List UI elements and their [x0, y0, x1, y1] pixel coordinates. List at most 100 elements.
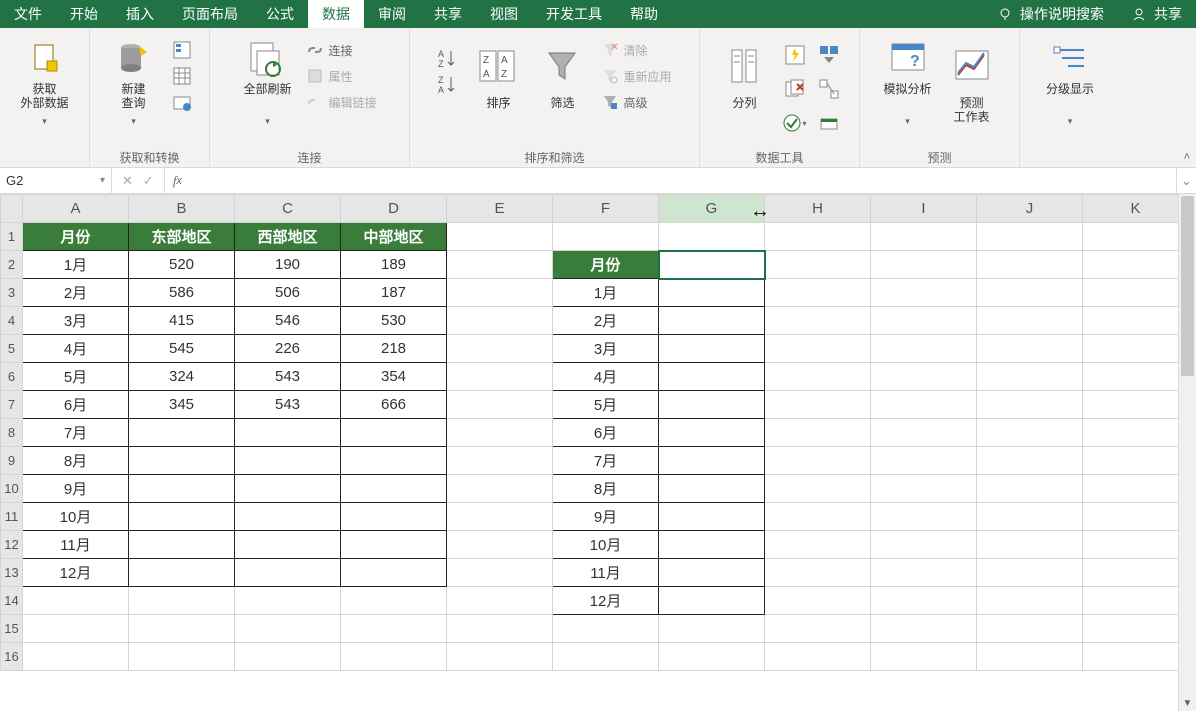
- row-header-9[interactable]: 9: [1, 447, 23, 475]
- sort-asc-button[interactable]: AZ: [433, 46, 463, 70]
- cell-B16[interactable]: [129, 643, 235, 671]
- cell-J4[interactable]: [977, 307, 1083, 335]
- cell-I15[interactable]: [871, 615, 977, 643]
- remove-duplicates-button[interactable]: [780, 74, 810, 104]
- properties-button[interactable]: 属性: [302, 64, 380, 88]
- cell-G6[interactable]: [659, 363, 765, 391]
- tab-审阅[interactable]: 审阅: [364, 0, 420, 28]
- cell-J2[interactable]: [977, 251, 1083, 279]
- cell-D16[interactable]: [341, 643, 447, 671]
- cell-J12[interactable]: [977, 531, 1083, 559]
- get-external-data-button[interactable]: 获取外部数据: [16, 32, 74, 132]
- cell-G9[interactable]: [659, 447, 765, 475]
- cell-E10[interactable]: [447, 475, 553, 503]
- cell-K14[interactable]: [1083, 587, 1189, 615]
- row-header-1[interactable]: 1: [1, 223, 23, 251]
- cell-E6[interactable]: [447, 363, 553, 391]
- cell-J8[interactable]: [977, 419, 1083, 447]
- cell-C11[interactable]: [235, 503, 341, 531]
- forecast-sheet-button[interactable]: 预测工作表: [943, 32, 1001, 132]
- col-header-I[interactable]: I: [871, 195, 977, 223]
- cell-C14[interactable]: [235, 587, 341, 615]
- cell-F14[interactable]: 12月: [553, 587, 659, 615]
- cell-H2[interactable]: [765, 251, 871, 279]
- cell-I8[interactable]: [871, 419, 977, 447]
- collapse-ribbon-button[interactable]: ˄: [1184, 151, 1190, 163]
- cell-J6[interactable]: [977, 363, 1083, 391]
- cell-E3[interactable]: [447, 279, 553, 307]
- cell-F2[interactable]: 月份: [553, 251, 659, 279]
- sort-desc-button[interactable]: ZA: [433, 72, 463, 96]
- relationships-button[interactable]: [814, 74, 844, 104]
- cell-K7[interactable]: [1083, 391, 1189, 419]
- cell-A13[interactable]: 12月: [23, 559, 129, 587]
- cell-H12[interactable]: [765, 531, 871, 559]
- cell-I12[interactable]: [871, 531, 977, 559]
- cell-C5[interactable]: 226: [235, 335, 341, 363]
- advanced-filter-button[interactable]: 高级: [597, 90, 675, 114]
- cell-H4[interactable]: [765, 307, 871, 335]
- cell-I7[interactable]: [871, 391, 977, 419]
- refresh-all-button[interactable]: 全部刷新: [238, 32, 296, 132]
- cell-C16[interactable]: [235, 643, 341, 671]
- cell-B9[interactable]: [129, 447, 235, 475]
- cell-B3[interactable]: 586: [129, 279, 235, 307]
- cell-K1[interactable]: [1083, 223, 1189, 251]
- new-query-button[interactable]: 新建查询: [105, 32, 163, 132]
- cell-B1[interactable]: 东部地区: [129, 223, 235, 251]
- cell-C6[interactable]: 543: [235, 363, 341, 391]
- col-header-K[interactable]: K: [1083, 195, 1189, 223]
- name-box[interactable]: G2: [0, 168, 112, 193]
- confirm-entry-button[interactable]: ✓: [143, 173, 154, 189]
- expand-formula-bar-button[interactable]: ⌄: [1176, 168, 1196, 193]
- col-header-C[interactable]: C: [235, 195, 341, 223]
- cell-A14[interactable]: [23, 587, 129, 615]
- cell-E16[interactable]: [447, 643, 553, 671]
- col-header-H[interactable]: H: [765, 195, 871, 223]
- cell-I1[interactable]: [871, 223, 977, 251]
- cell-G1[interactable]: [659, 223, 765, 251]
- data-validation-button[interactable]: ▾: [780, 108, 810, 138]
- row-header-6[interactable]: 6: [1, 363, 23, 391]
- col-header-A[interactable]: A: [23, 195, 129, 223]
- cell-E11[interactable]: [447, 503, 553, 531]
- cell-K13[interactable]: [1083, 559, 1189, 587]
- cell-I13[interactable]: [871, 559, 977, 587]
- cell-I6[interactable]: [871, 363, 977, 391]
- cell-H5[interactable]: [765, 335, 871, 363]
- cell-B8[interactable]: [129, 419, 235, 447]
- flash-fill-button[interactable]: [780, 40, 810, 70]
- cell-K16[interactable]: [1083, 643, 1189, 671]
- row-header-11[interactable]: 11: [1, 503, 23, 531]
- cell-J5[interactable]: [977, 335, 1083, 363]
- cell-E8[interactable]: [447, 419, 553, 447]
- cell-D9[interactable]: [341, 447, 447, 475]
- cell-K12[interactable]: [1083, 531, 1189, 559]
- cell-E5[interactable]: [447, 335, 553, 363]
- cell-B10[interactable]: [129, 475, 235, 503]
- recent-sources-button[interactable]: [169, 90, 195, 114]
- cell-H7[interactable]: [765, 391, 871, 419]
- cell-I5[interactable]: [871, 335, 977, 363]
- share-button[interactable]: 共享: [1118, 0, 1196, 28]
- fx-icon[interactable]: fx: [165, 168, 190, 193]
- cell-F5[interactable]: 3月: [553, 335, 659, 363]
- cell-G12[interactable]: [659, 531, 765, 559]
- cell-K8[interactable]: [1083, 419, 1189, 447]
- cell-F11[interactable]: 9月: [553, 503, 659, 531]
- cell-B11[interactable]: [129, 503, 235, 531]
- cell-C13[interactable]: [235, 559, 341, 587]
- row-header-3[interactable]: 3: [1, 279, 23, 307]
- cell-A6[interactable]: 5月: [23, 363, 129, 391]
- cell-G4[interactable]: [659, 307, 765, 335]
- cell-E1[interactable]: [447, 223, 553, 251]
- col-header-G[interactable]: G: [659, 195, 765, 223]
- clear-filter-button[interactable]: 清除: [597, 38, 675, 62]
- cell-E4[interactable]: [447, 307, 553, 335]
- filter-button[interactable]: 筛选: [533, 32, 591, 132]
- cell-J10[interactable]: [977, 475, 1083, 503]
- cell-E15[interactable]: [447, 615, 553, 643]
- sort-button[interactable]: ZAAZ 排序: [469, 32, 527, 132]
- col-header-F[interactable]: F: [553, 195, 659, 223]
- cell-H15[interactable]: [765, 615, 871, 643]
